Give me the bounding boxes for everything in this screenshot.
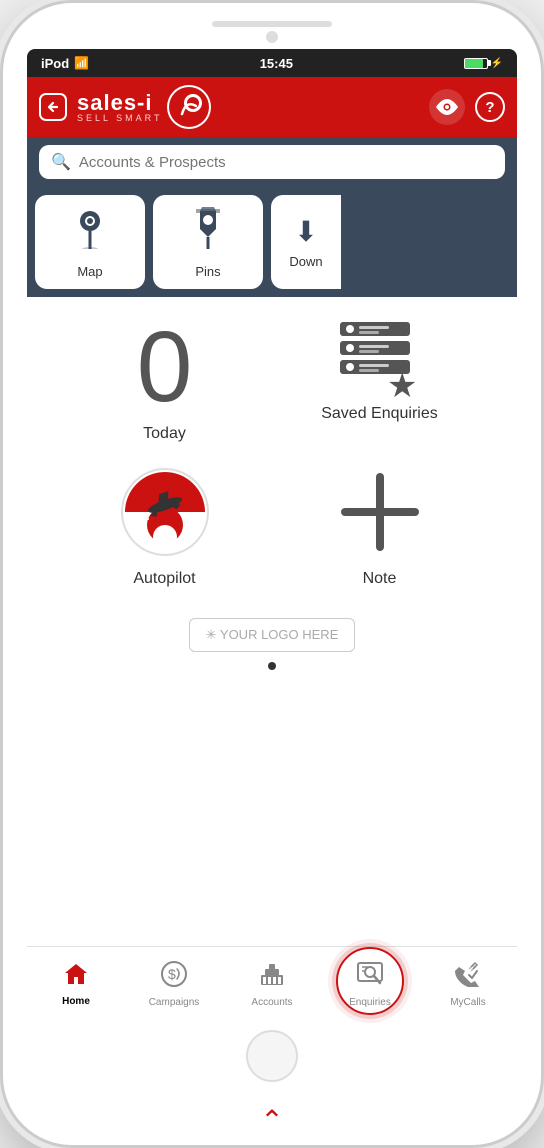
app-header: sales-i SELL SMART [27,77,517,137]
logo-placeholder: ✳ YOUR LOGO HERE [189,618,356,652]
header-icons: ? [429,89,505,125]
saved-enquiries-item[interactable]: ★ Saved Enquiries [287,317,472,443]
down-icon: ⬇ [294,215,317,248]
accounts-icon [259,961,285,994]
tab-accounts-label: Accounts [251,997,292,1008]
pins-icon [188,205,228,258]
tab-campaigns-label: Campaigns [149,997,200,1008]
search-input[interactable] [79,154,493,171]
logo-area: sales-i SELL SMART [77,85,419,129]
dot-indicator [268,662,276,670]
tab-enquiries-label: Enquiries [349,997,391,1008]
tab-mycalls[interactable]: MyCalls [419,961,517,1008]
wifi-icon: 📶 [74,56,89,70]
svg-text:★: ★ [387,367,417,397]
pins-button[interactable]: Pins [153,195,263,289]
main-content: 0 Today [27,297,517,946]
logo-text: sales-i SELL SMART [77,92,163,123]
phone-speaker [212,21,332,27]
home-icon [63,962,89,993]
map-icon [70,205,110,258]
time-label: 15:45 [260,56,293,71]
tab-home[interactable]: Home [27,962,125,1007]
help-icon: ? [485,99,494,116]
saved-enquiries-icon: ★ [335,317,425,397]
tab-accounts[interactable]: Accounts [223,961,321,1008]
tab-campaigns[interactable]: $ Campaigns [125,961,223,1008]
down-button[interactable]: ⬇ Down [271,195,341,289]
home-button-wrap [27,1020,517,1094]
today-count: 0 [137,317,193,417]
main-grid: 0 Today [72,317,472,588]
today-item[interactable]: 0 Today [72,317,257,443]
tab-mycalls-label: MyCalls [450,997,486,1008]
back-button[interactable] [39,93,67,121]
search-input-wrap[interactable]: 🔍 [39,145,505,179]
tab-enquiries-wrap: Enquiries [321,961,419,1008]
autopilot-icon [120,467,210,562]
down-label: Down [289,254,322,269]
logo-main-text: sales-i [77,92,163,114]
search-icon: 🔍 [51,152,71,172]
mycalls-icon [455,961,481,994]
home-button[interactable] [246,1030,298,1082]
saved-enquiries-label: Saved Enquiries [321,405,438,423]
phone-frame: iPod 📶 15:45 ⚡ sales-i [0,0,544,1148]
phone-camera [266,31,278,43]
campaigns-icon: $ [161,961,187,994]
eye-button[interactable] [429,89,465,125]
toolbar: Map Pins ⬇ Down [27,187,517,297]
autopilot-item[interactable]: Autopilot [72,467,257,588]
chevron-up-icon: ⌃ [260,1104,283,1137]
svg-text:$: $ [168,966,176,982]
tab-bar: Home $ Campaigns [27,946,517,1020]
dot-1 [268,662,276,670]
bottom-chevron-area: ⌃ [260,1104,283,1145]
map-button[interactable]: Map [35,195,145,289]
lightning-icon: ⚡ [491,58,503,69]
help-button[interactable]: ? [475,92,505,122]
pins-label: Pins [195,264,220,279]
note-item[interactable]: Note [287,467,472,588]
logo-placeholder-text: ✳ YOUR LOGO HERE [206,627,339,643]
today-label: Today [143,425,186,443]
tab-home-label: Home [62,996,90,1007]
status-bar: iPod 📶 15:45 ⚡ [27,49,517,77]
phone-screen: iPod 📶 15:45 ⚡ sales-i [27,49,517,1094]
logo-sub-text: SELL SMART [77,114,163,123]
tab-enquiries[interactable]: Enquiries [349,961,391,1008]
enquiries-icon [356,961,384,994]
note-icon [335,467,425,562]
autopilot-label: Autopilot [133,570,195,588]
note-label: Note [363,570,397,588]
battery-indicator: ⚡ [464,58,503,69]
carrier-label: iPod [41,56,69,71]
map-label: Map [77,264,102,279]
search-bar: 🔍 [27,137,517,187]
logo-icon [167,85,211,129]
